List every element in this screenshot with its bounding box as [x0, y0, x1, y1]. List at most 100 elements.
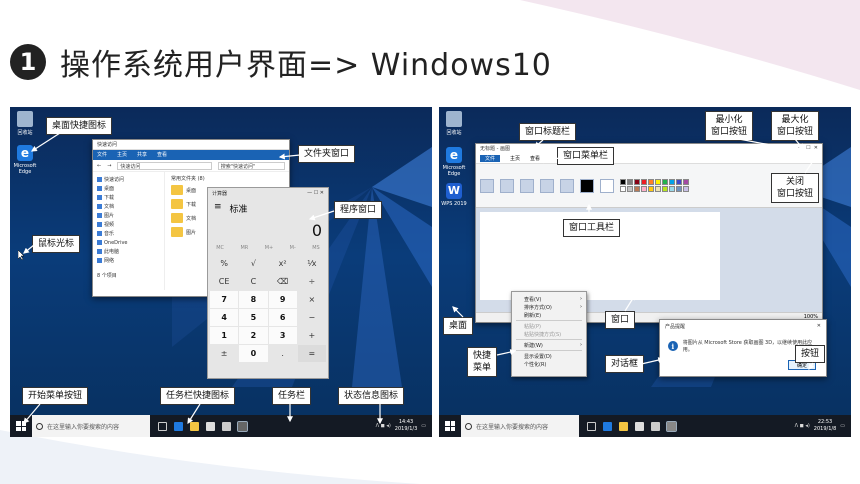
memory-button[interactable]: MS — [312, 245, 320, 251]
nav-item-desktop[interactable]: 桌面 — [97, 184, 160, 193]
menu-view[interactable]: 查看 — [530, 155, 540, 162]
edge-taskbar-icon[interactable] — [174, 421, 183, 431]
calc-key[interactable]: + — [297, 327, 326, 344]
calc-key[interactable]: ⌫ — [268, 273, 297, 290]
memory-button[interactable]: M- — [290, 245, 296, 251]
explorer-taskbar-icon[interactable] — [190, 421, 199, 431]
back-arrow-icon[interactable]: ← — [97, 163, 101, 169]
nav-item-this-pc[interactable]: 此电脑 — [97, 247, 160, 256]
calc-key[interactable]: 9 — [268, 291, 297, 308]
taskbar-search[interactable]: 在这里输入你要搜索的内容 — [32, 415, 150, 437]
calc-key[interactable]: . — [268, 345, 297, 362]
nav-item-network[interactable]: 网络 — [97, 256, 160, 265]
calc-key[interactable]: % — [210, 255, 239, 272]
minimize-icon[interactable]: — — [798, 145, 803, 151]
tab-share[interactable]: 共享 — [137, 151, 147, 159]
memory-button[interactable]: MR — [240, 245, 248, 251]
pencil-tool-icon[interactable] — [520, 178, 534, 193]
nav-item-onedrive[interactable]: OneDrive — [97, 238, 160, 247]
recycle-bin-icon[interactable]: 回收站 — [12, 111, 38, 136]
calc-key[interactable]: × — [297, 291, 326, 308]
calc-key[interactable]: 1 — [210, 327, 239, 344]
memory-button[interactable]: M+ — [265, 245, 274, 251]
memory-button[interactable]: MC — [216, 245, 224, 251]
edge-taskbar-icon[interactable] — [603, 421, 612, 431]
calc-key[interactable]: − — [297, 309, 326, 326]
calc-key[interactable]: C — [239, 273, 268, 290]
menu-home[interactable]: 主页 — [510, 155, 520, 162]
color1-swatch[interactable] — [580, 178, 594, 193]
calc-key[interactable]: ± — [210, 345, 239, 362]
menu-file[interactable]: 文件 — [480, 155, 501, 162]
nav-item-music[interactable]: 音乐 — [97, 229, 160, 238]
calculator-window[interactable]: 计算器 — ☐ ✕ ≡ 标准 0 MC MR M+ M- MS % √ x² ⅟… — [207, 187, 329, 379]
edge-desktop-icon[interactable]: e Microsoft Edge — [12, 145, 38, 175]
calc-key[interactable]: 2 — [239, 327, 268, 344]
clock[interactable]: 22:53 2019/1/8 — [814, 419, 836, 433]
calc-key[interactable]: ÷ — [297, 273, 326, 290]
close-icon[interactable]: ✕ — [817, 323, 821, 330]
notification-icon[interactable]: ▭ — [421, 423, 426, 429]
clock[interactable]: 14:43 2019/1/3 — [395, 419, 417, 433]
store-taskbar-icon[interactable] — [206, 421, 215, 431]
forward-arrow-icon[interactable]: → — [107, 163, 111, 169]
ctx-item[interactable]: 粘贴(P) — [512, 322, 586, 330]
search-input[interactable]: 搜索"快速访问" — [217, 161, 285, 170]
color2-swatch[interactable] — [600, 178, 614, 193]
store-taskbar-icon[interactable] — [635, 421, 644, 431]
brush-tool-icon[interactable] — [540, 178, 554, 193]
calc-key[interactable]: 7 — [210, 291, 239, 308]
calc-key[interactable]: 0 — [239, 345, 268, 362]
mail-taskbar-icon[interactable] — [222, 421, 231, 431]
nav-item-documents[interactable]: 文档 — [97, 202, 160, 211]
start-button[interactable] — [439, 415, 461, 437]
nav-item-downloads[interactable]: 下载 — [97, 193, 160, 202]
calc-key[interactable]: 8 — [239, 291, 268, 308]
tab-home[interactable]: 主页 — [117, 151, 127, 159]
hamburger-icon[interactable]: ≡ — [214, 202, 222, 215]
taskbar-search[interactable]: 在这里输入你要搜索的内容 — [461, 415, 579, 437]
start-button[interactable] — [10, 415, 32, 437]
edge-desktop-icon[interactable]: e Microsoft Edge — [441, 147, 467, 177]
nav-item-quick-access[interactable]: 快速访问 — [97, 175, 160, 184]
address-input[interactable]: 快速访问 — [117, 161, 212, 170]
calc-key[interactable]: 4 — [210, 309, 239, 326]
explorer-taskbar-icon[interactable] — [619, 421, 628, 431]
calc-key[interactable]: 3 — [268, 327, 297, 344]
select-tool-icon[interactable] — [500, 178, 514, 193]
recycle-bin-icon[interactable]: 回收站 — [441, 111, 467, 136]
maximize-icon[interactable]: ☐ — [806, 145, 810, 151]
calc-key[interactable]: √ — [239, 255, 268, 272]
window-controls[interactable]: — ☐ ✕ — [307, 190, 324, 196]
notification-icon[interactable]: ▭ — [840, 423, 845, 429]
nav-item-pictures[interactable]: 图片 — [97, 211, 160, 220]
ctx-item[interactable]: 显示设置(D) — [512, 352, 586, 360]
calc-key[interactable]: x² — [268, 255, 297, 272]
tab-file[interactable]: 文件 — [97, 151, 107, 159]
paint-taskbar-icon[interactable] — [666, 420, 677, 432]
wps-desktop-icon[interactable]: W WPS 2019 — [441, 183, 467, 207]
ctx-item[interactable]: 刷新(E) — [512, 311, 586, 319]
close-icon[interactable]: ✕ — [814, 145, 818, 151]
tray-icons[interactable]: ᐱ ◼ ◂) — [376, 423, 391, 429]
mail-taskbar-icon[interactable] — [651, 421, 660, 431]
ctx-item[interactable]: 排序方式(O) › — [512, 303, 586, 311]
calc-key[interactable]: CE — [210, 273, 239, 290]
nav-item-videos[interactable]: 视频 — [97, 220, 160, 229]
calc-key[interactable]: ⅟x — [297, 255, 326, 272]
task-view-icon[interactable] — [158, 421, 167, 431]
ctx-item[interactable]: 查看(V) › — [512, 295, 586, 303]
tab-view[interactable]: 查看 — [157, 151, 167, 159]
ctx-item[interactable]: 个性化(R) — [512, 360, 586, 368]
shapes-tool-icon[interactable] — [560, 178, 574, 193]
task-view-icon[interactable] — [587, 421, 596, 431]
ctx-item[interactable]: 粘贴快捷方式(S) — [512, 330, 586, 338]
calc-key[interactable]: = — [297, 345, 326, 362]
tray-icons[interactable]: ᐱ ◼ ◂) — [795, 423, 810, 429]
color-palette[interactable] — [620, 179, 689, 192]
paste-tool-icon[interactable] — [480, 178, 494, 193]
calc-key[interactable]: 6 — [268, 309, 297, 326]
calc-key[interactable]: 5 — [239, 309, 268, 326]
ctx-item[interactable]: 新建(W) › — [512, 341, 586, 349]
calculator-taskbar-icon[interactable] — [237, 420, 248, 432]
